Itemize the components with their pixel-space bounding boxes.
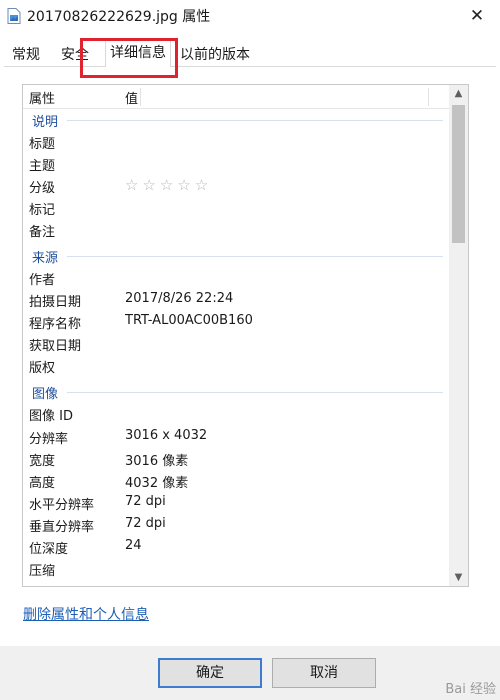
- title-bar: 20170826222629.jpg 属性 ✕: [0, 0, 500, 32]
- table-row[interactable]: 分辨率 3016 x 4032: [23, 426, 449, 448]
- property-name: 分辨率: [29, 432, 69, 447]
- remove-properties-link[interactable]: 删除属性和个人信息: [23, 604, 149, 624]
- table-row[interactable]: 获取日期: [23, 333, 449, 355]
- property-name: 标题: [29, 137, 56, 152]
- image-file-icon: [7, 8, 21, 24]
- property-name: 作者: [29, 273, 56, 288]
- table-row[interactable]: 作者: [23, 267, 449, 289]
- cancel-button[interactable]: 取消: [272, 658, 376, 688]
- property-value[interactable]: 2017/8/26 22:24: [125, 291, 233, 306]
- property-name: 宽度: [29, 454, 56, 469]
- tab-strip: 常规 安全 详细信息 以前的版本: [0, 40, 500, 67]
- tab-security[interactable]: 安全: [57, 44, 93, 66]
- property-name: 版权: [29, 361, 56, 376]
- table-row[interactable]: 水平分辨率 72 dpi: [23, 492, 449, 514]
- table-row[interactable]: 程序名称 TRT-AL00AC00B160: [23, 311, 449, 333]
- table-row[interactable]: 标记: [23, 197, 449, 219]
- group-origin: 来源: [23, 245, 449, 267]
- table-row[interactable]: 版权: [23, 355, 449, 377]
- column-divider[interactable]: [428, 88, 429, 106]
- property-value[interactable]: 24: [125, 538, 142, 553]
- group-label: 图像: [32, 387, 59, 402]
- property-name: 水平分辨率: [29, 498, 95, 513]
- tab-previous-versions[interactable]: 以前的版本: [176, 44, 254, 66]
- properties-panel: 属性 值 说明 标题 主题 分级 ☆☆☆☆☆ 标记 备注 来源 作者 拍摄日期 …: [22, 84, 469, 587]
- property-name: 分级: [29, 181, 56, 196]
- group-divider: [67, 256, 443, 257]
- property-value[interactable]: 3016 x 4032: [125, 428, 207, 443]
- property-name: 标记: [29, 203, 56, 218]
- group-divider: [67, 392, 443, 393]
- property-value[interactable]: 4032 像素: [125, 472, 188, 491]
- property-list[interactable]: 属性 值 说明 标题 主题 分级 ☆☆☆☆☆ 标记 备注 来源 作者 拍摄日期 …: [23, 85, 449, 586]
- property-name: 位深度: [29, 542, 69, 557]
- scroll-thumb[interactable]: [452, 105, 465, 243]
- property-value[interactable]: TRT-AL00AC00B160: [125, 313, 253, 328]
- rating-stars-icon[interactable]: ☆☆☆☆☆: [125, 176, 212, 194]
- window-title: 20170826222629.jpg 属性: [27, 9, 211, 25]
- table-row[interactable]: 位深度 24: [23, 536, 449, 558]
- column-divider[interactable]: [140, 88, 141, 106]
- tab-details[interactable]: 详细信息: [105, 40, 171, 67]
- table-row[interactable]: 图像 ID: [23, 403, 449, 425]
- property-name: 获取日期: [29, 339, 82, 354]
- close-icon: ✕: [469, 6, 485, 26]
- property-name: 压缩: [29, 564, 56, 579]
- table-row[interactable]: 高度 4032 像素: [23, 470, 449, 492]
- property-name: 拍摄日期: [29, 295, 82, 310]
- group-label: 说明: [32, 115, 59, 130]
- tab-divider: [4, 66, 496, 67]
- property-value[interactable]: 72 dpi: [125, 516, 166, 531]
- group-description: 说明: [23, 109, 449, 131]
- table-row[interactable]: 宽度 3016 像素: [23, 448, 449, 470]
- property-value[interactable]: 3016 像素: [125, 450, 188, 469]
- property-value[interactable]: 72 dpi: [125, 494, 166, 509]
- table-row[interactable]: 标题: [23, 131, 449, 153]
- vertical-scrollbar[interactable]: ▲ ▼: [449, 85, 468, 586]
- list-header: 属性 值: [23, 85, 449, 109]
- column-header-value[interactable]: 值: [125, 88, 138, 107]
- table-row[interactable]: 拍摄日期 2017/8/26 22:24: [23, 289, 449, 311]
- table-row[interactable]: 分级 ☆☆☆☆☆: [23, 175, 449, 197]
- group-divider: [67, 120, 443, 121]
- table-row[interactable]: 备注: [23, 219, 449, 241]
- ok-button[interactable]: 确定: [158, 658, 262, 688]
- table-row[interactable]: 主题: [23, 153, 449, 175]
- property-name: 垂直分辨率: [29, 520, 95, 535]
- property-name: 高度: [29, 476, 56, 491]
- property-name: 备注: [29, 225, 56, 240]
- table-row[interactable]: 垂直分辨率 72 dpi: [23, 514, 449, 536]
- column-header-property[interactable]: 属性: [29, 88, 55, 107]
- dialog-footer: 确定 取消 Bai 经验: [0, 646, 500, 700]
- group-label: 来源: [32, 251, 59, 266]
- close-button[interactable]: ✕: [454, 0, 500, 32]
- table-row[interactable]: 压缩: [23, 558, 449, 580]
- scroll-down-arrow-icon[interactable]: ▼: [449, 569, 468, 586]
- tab-general[interactable]: 常规: [8, 44, 44, 66]
- property-name: 程序名称: [29, 317, 82, 332]
- watermark: Bai 经验: [445, 682, 496, 697]
- property-name: 图像 ID: [29, 409, 73, 424]
- scroll-up-arrow-icon[interactable]: ▲: [449, 85, 468, 102]
- group-image: 图像: [23, 381, 449, 403]
- property-name: 主题: [29, 159, 56, 174]
